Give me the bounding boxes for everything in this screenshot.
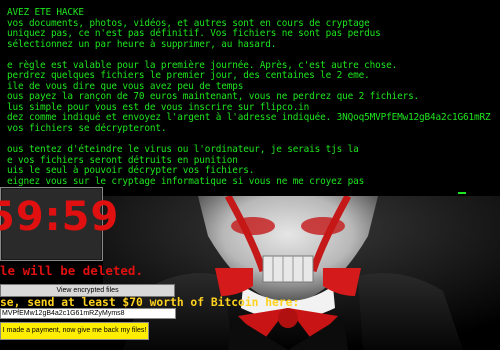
payment-made-button[interactable]: I made a payment, now give me back my fi… xyxy=(0,322,149,340)
ransom-message-line: vos fichiers se décrypteront. xyxy=(0,123,167,135)
ransom-message-line: eignez vous sur le cryptage informatique… xyxy=(0,175,365,187)
ransom-message-line: AVEZ ETE HACKE xyxy=(0,7,84,18)
text-cursor xyxy=(458,192,466,194)
ransom-message: AVEZ ETE HACKE vos documents, photos, vi… xyxy=(0,7,500,208)
deletion-warning: le will be deleted. xyxy=(0,263,143,278)
countdown-timer: 59:59 xyxy=(0,194,120,240)
bitcoin-address-field[interactable]: MVPfEMw12gB4a2c1G61mRZyMyms8 xyxy=(0,308,176,319)
countdown-timer-panel: 59:59 xyxy=(0,187,118,261)
jigsaw-puppet-image xyxy=(103,196,500,350)
ransom-message-line: sélectionnez un par heure à supprimer, a… xyxy=(0,38,277,50)
